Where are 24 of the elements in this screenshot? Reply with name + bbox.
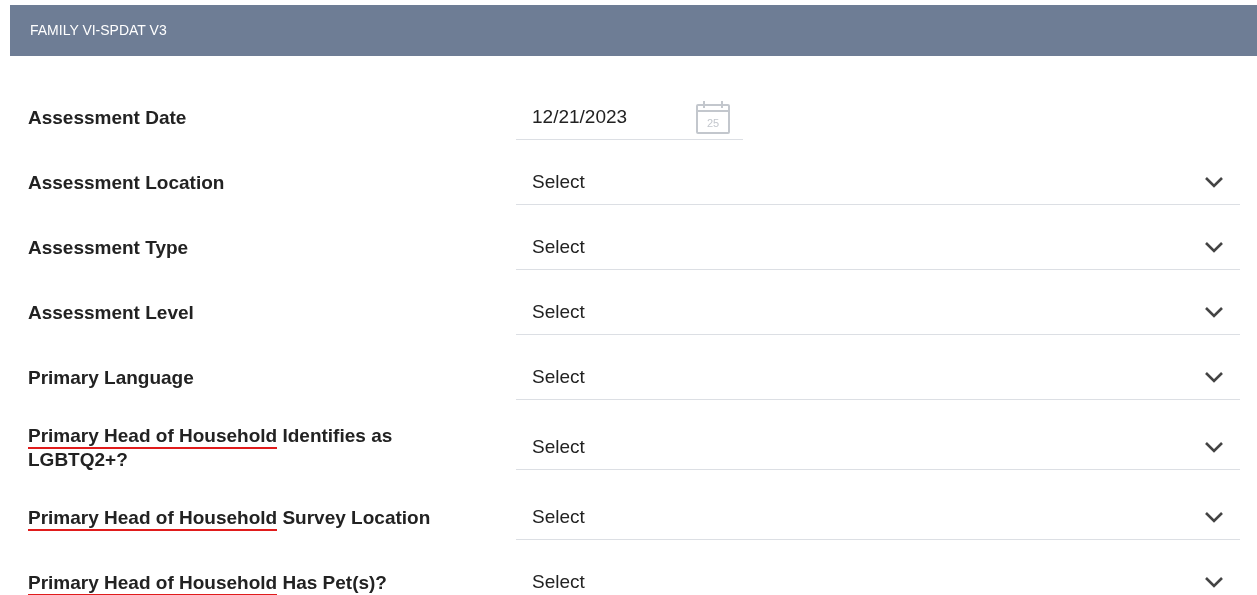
field-label: Primary Head of Household Identifies as LGBTQ2+? [28, 423, 394, 472]
field-label: Primary Head of Household Survey Location [28, 505, 448, 530]
select-field[interactable]: Select [516, 225, 1240, 270]
chevron-down-icon [1204, 306, 1224, 318]
date-field[interactable]: 12/21/2023 25 [516, 95, 743, 140]
field-label: Assessment Date [28, 105, 188, 130]
chevron-down-icon [1204, 241, 1224, 253]
field-label: Assessment Level [28, 300, 195, 325]
chevron-down-icon [1204, 576, 1224, 588]
section-title: FAMILY VI-SPDAT V3 [30, 21, 167, 40]
select-field[interactable]: Select [516, 355, 1240, 400]
select-field[interactable]: Select [516, 290, 1240, 335]
chevron-down-icon [1204, 176, 1224, 188]
select-field[interactable]: Select [516, 425, 1240, 470]
select-field[interactable]: Select [516, 160, 1240, 205]
chevron-down-icon [1204, 511, 1224, 523]
select-field[interactable]: Select [516, 495, 1240, 540]
field-label: Assessment Location [28, 170, 226, 195]
chevron-down-icon [1204, 371, 1224, 383]
field-label: Primary Head of Household Has Pet(s)? [28, 570, 388, 595]
chevron-down-icon [1204, 441, 1224, 453]
select-field[interactable]: Select [516, 560, 1240, 595]
field-label: Assessment Type [28, 235, 190, 260]
field-label: Primary Language [28, 365, 195, 390]
